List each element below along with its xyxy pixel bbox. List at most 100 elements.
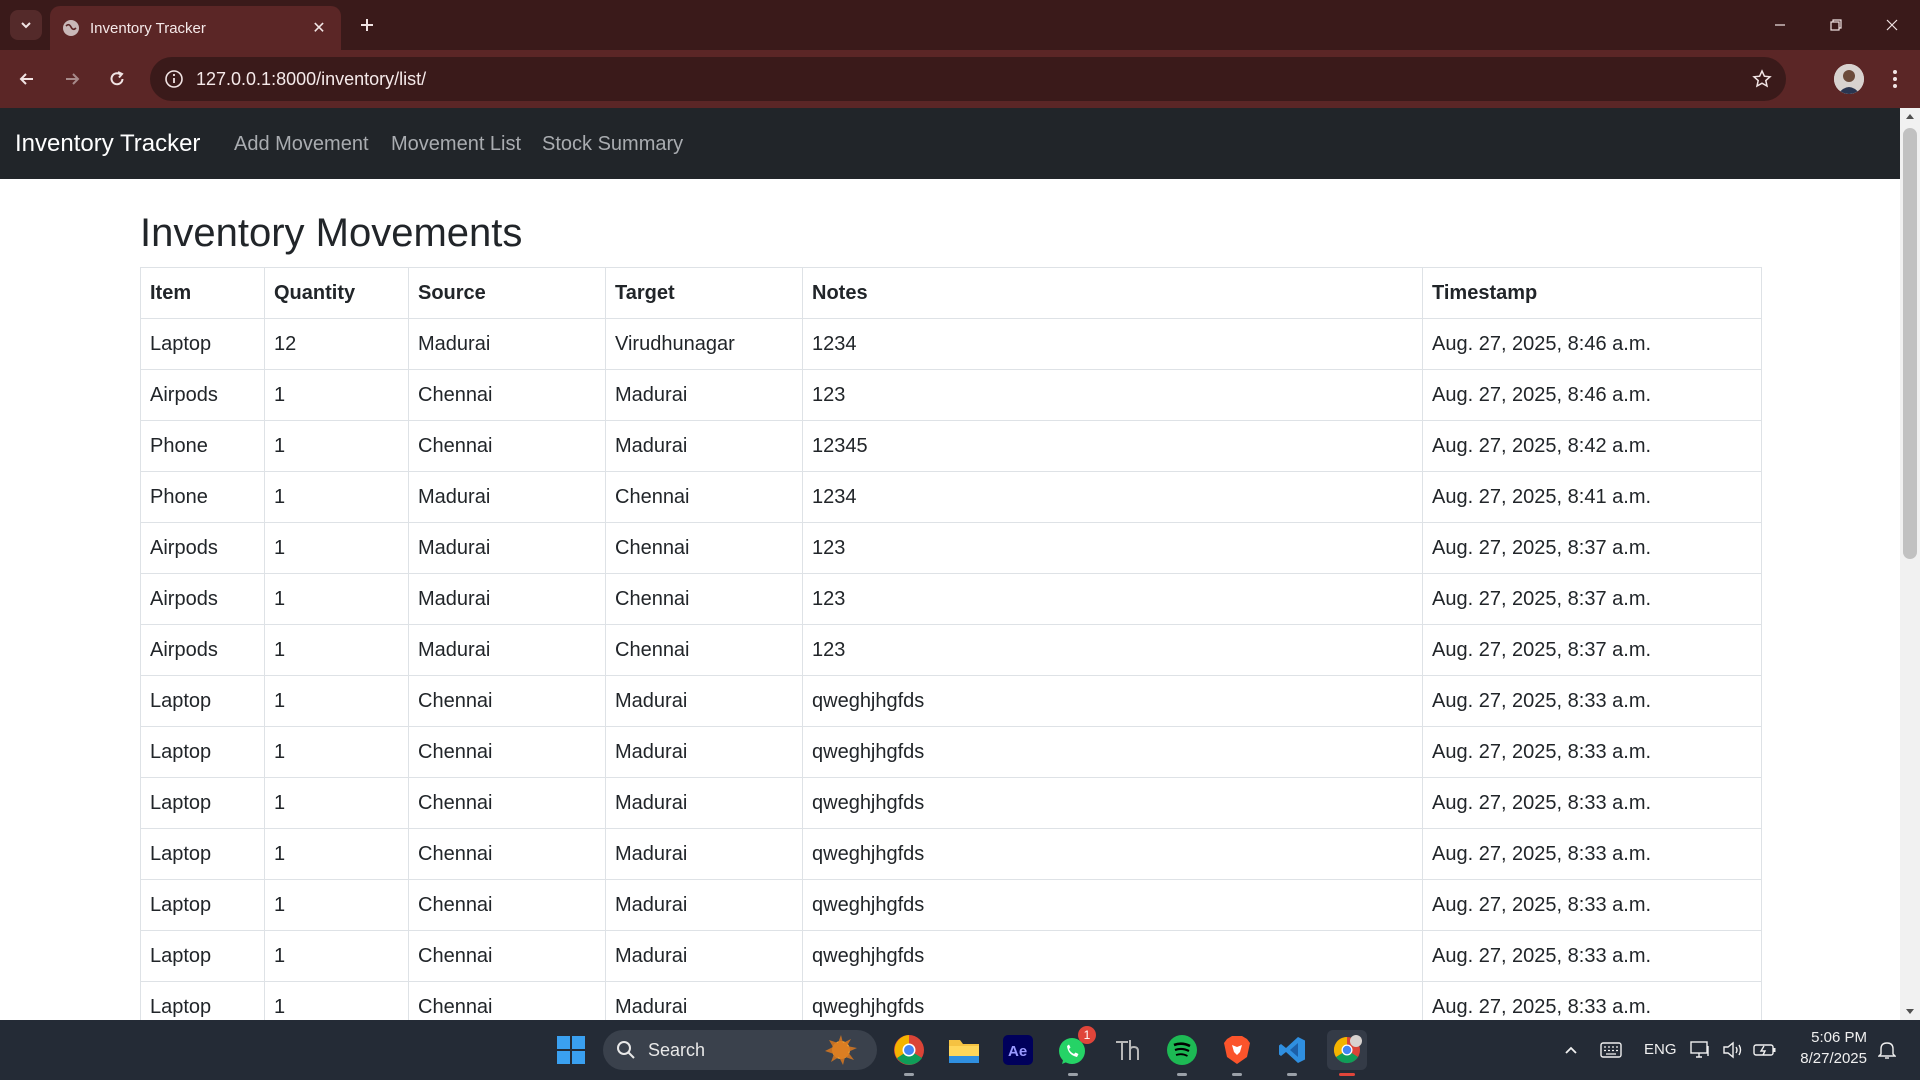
cell-timestamp: Aug. 27, 2025, 8:33 a.m. [1422, 879, 1762, 931]
cell-timestamp: Aug. 27, 2025, 8:37 a.m. [1422, 573, 1762, 625]
cell-quantity: 1 [264, 369, 409, 421]
cell-item: Laptop [140, 318, 265, 370]
cell-quantity: 1 [264, 930, 409, 982]
close-window-button[interactable] [1864, 0, 1920, 50]
windows-start-icon[interactable] [551, 1030, 591, 1070]
battery-icon[interactable] [1750, 1030, 1780, 1070]
whatsapp-icon[interactable]: 1 [1053, 1026, 1096, 1076]
bookmark-star-icon[interactable] [1750, 67, 1774, 91]
cell-notes: 123 [802, 624, 1423, 676]
column-header-item: Item [140, 267, 265, 319]
cell-target: Madurai [605, 420, 803, 472]
notification-bell-icon[interactable] [1872, 1030, 1902, 1070]
url-text[interactable]: 127.0.0.1:8000/inventory/list/ [196, 69, 426, 90]
clock-time[interactable]: 5:06 PM [1801, 1029, 1867, 1046]
file-explorer-icon[interactable] [944, 1030, 984, 1070]
table-row: Laptop 12 Madurai Virudhunagar 1234 Aug. 27, … [140, 318, 1762, 370]
cell-target: Chennai [605, 471, 803, 523]
keyboard-icon[interactable] [1591, 1030, 1631, 1070]
cell-item: Airpods [140, 624, 265, 676]
cell-item: Phone [140, 471, 265, 523]
cell-item: Laptop [140, 726, 265, 778]
active-tab[interactable]: Inventory Tracker ✕ [50, 6, 341, 50]
nav-link-add-movement[interactable]: Add Movement [234, 133, 369, 156]
scrollbar-thumb[interactable] [1903, 128, 1917, 559]
chrome-icon[interactable] [889, 1030, 929, 1076]
browser-menu-button[interactable] [1880, 62, 1910, 96]
cell-source: Chennai [408, 369, 606, 421]
chevron-down-icon [21, 22, 31, 29]
language-indicator[interactable]: ENG [1644, 1041, 1677, 1058]
column-header-quantity: Quantity [264, 267, 409, 319]
cell-source: Chennai [408, 726, 606, 778]
profile-avatar[interactable] [1834, 64, 1864, 94]
nav-link-movement-list[interactable]: Movement List [391, 133, 521, 156]
new-tab-button[interactable] [352, 10, 382, 40]
cell-quantity: 1 [264, 981, 409, 1020]
volume-icon[interactable] [1718, 1030, 1748, 1070]
cell-notes: 1234 [802, 471, 1423, 523]
cell-target: Madurai [605, 675, 803, 727]
tab-search-button[interactable] [10, 10, 42, 40]
cell-timestamp: Aug. 27, 2025, 8:33 a.m. [1422, 726, 1762, 778]
show-hidden-icons-button[interactable] [1551, 1030, 1591, 1070]
minimize-window-button[interactable] [1752, 0, 1808, 50]
table-row: Laptop 1 Chennai Madurai qweghjhgfds Aug. 27,… [140, 777, 1762, 829]
table-row: Laptop 1 Chennai Madurai qweghjhgfds Aug. 27,… [140, 879, 1762, 931]
cell-notes: qweghjhgfds [802, 879, 1423, 931]
taskbar-search-box[interactable]: Search [603, 1030, 877, 1070]
cell-quantity: 1 [264, 522, 409, 574]
table-row: Laptop 1 Chennai Madurai qweghjhgfds Aug. 27,… [140, 828, 1762, 880]
globe-icon [63, 20, 79, 36]
arrow-right-icon [66, 73, 80, 85]
typora-icon[interactable] [1107, 1030, 1147, 1070]
cell-quantity: 1 [264, 624, 409, 676]
chrome-profile-icon[interactable] [1327, 1030, 1367, 1076]
cell-notes: 12345 [802, 420, 1423, 472]
column-header-timestamp: Timestamp [1422, 267, 1762, 319]
profile-photo-icon [1834, 64, 1864, 94]
more-vertical-icon [1893, 70, 1897, 88]
table-header-row: Item Quantity Source Target Notes Timest… [140, 267, 1762, 319]
forward-button[interactable] [55, 62, 89, 96]
whatsapp-badge: 1 [1078, 1026, 1096, 1044]
site-info-icon[interactable] [162, 67, 186, 91]
after-effects-icon[interactable]: Ae [998, 1030, 1038, 1070]
table-row: Phone 1 Madurai Chennai 1234 Aug. 27, 2025, 8… [140, 471, 1762, 523]
clock-date[interactable]: 8/27/2025 [1793, 1050, 1867, 1067]
scroll-up-icon[interactable] [1900, 108, 1920, 124]
vscode-icon[interactable] [1272, 1030, 1312, 1076]
cell-timestamp: Aug. 27, 2025, 8:33 a.m. [1422, 777, 1762, 829]
address-bar[interactable]: 127.0.0.1:8000/inventory/list/ [150, 57, 1786, 101]
close-tab-icon[interactable]: ✕ [307, 16, 331, 40]
cell-notes: qweghjhgfds [802, 726, 1423, 778]
arrow-left-icon [19, 73, 33, 85]
back-button[interactable] [10, 62, 44, 96]
page-scrollbar[interactable] [1900, 108, 1920, 1020]
cell-source: Chennai [408, 420, 606, 472]
navbar-brand[interactable]: Inventory Tracker [15, 130, 200, 158]
table-row: Airpods 1 Madurai Chennai 123 Aug. 27, 2025, … [140, 522, 1762, 574]
cell-source: Chennai [408, 981, 606, 1020]
table-body: Laptop 12 Madurai Virudhunagar 1234 Aug. 27, … [140, 318, 1762, 1020]
column-header-source: Source [408, 267, 606, 319]
plus-icon [361, 19, 373, 31]
page-title: Inventory Movements [140, 211, 523, 255]
cell-item: Laptop [140, 828, 265, 880]
cell-source: Chennai [408, 675, 606, 727]
cell-notes: 1234 [802, 318, 1423, 370]
brave-icon[interactable] [1217, 1030, 1257, 1076]
restore-window-button[interactable] [1808, 0, 1864, 50]
reload-button[interactable] [100, 62, 134, 96]
cell-notes: qweghjhgfds [802, 981, 1423, 1020]
scroll-down-icon[interactable] [1900, 1004, 1920, 1020]
chevron-up-icon [1565, 1046, 1577, 1054]
network-icon[interactable] [1686, 1030, 1716, 1070]
nav-link-stock-summary[interactable]: Stock Summary [542, 133, 683, 156]
table-row: Airpods 1 Chennai Madurai 123 Aug. 27, 2025, … [140, 369, 1762, 421]
cell-quantity: 1 [264, 879, 409, 931]
browser-tab-bar: Inventory Tracker ✕ [0, 0, 1920, 50]
spotify-icon[interactable] [1162, 1030, 1202, 1076]
cell-notes: 123 [802, 522, 1423, 574]
cell-source: Madurai [408, 318, 606, 370]
